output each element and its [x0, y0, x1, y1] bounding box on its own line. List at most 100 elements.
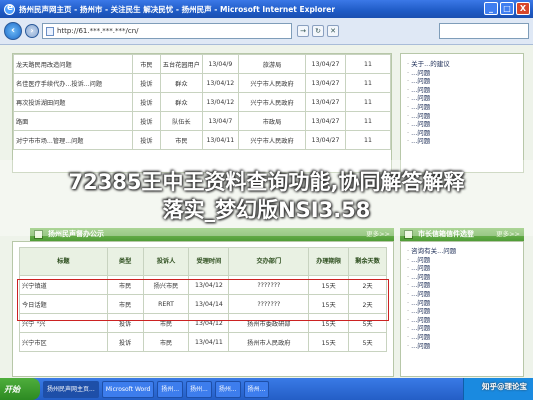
list-item-label: ...问题	[411, 102, 431, 111]
list-item[interactable]: · ...问题	[407, 264, 521, 273]
column-header: 剩余天数	[348, 247, 387, 276]
list-item[interactable]: · ...问题	[407, 290, 521, 299]
table-cell: 投诉	[132, 92, 161, 112]
table-cell: 扬州市人民政府	[228, 332, 310, 352]
close-button[interactable]: X	[516, 2, 530, 15]
refresh-icon[interactable]: ↻	[312, 25, 324, 37]
table-row[interactable]: 路面 投诉 队伍长 13/04/7 市政局 13/04/27 11	[12, 111, 392, 131]
list-item[interactable]: · ...问题	[407, 103, 521, 112]
column-header: 受理时间	[188, 247, 230, 276]
table-cell: 13/04/27	[305, 111, 346, 131]
row-title-link[interactable]: 龙天路民用改造问题	[12, 54, 134, 74]
list-item[interactable]: · ...问题	[407, 333, 521, 342]
list-item[interactable]: · ...问题	[407, 129, 521, 138]
list-item[interactable]: · ...问题	[407, 324, 521, 333]
forward-button[interactable]: ›	[25, 24, 39, 38]
highlight-box	[17, 279, 389, 321]
table-cell: 13/04/27	[305, 92, 346, 112]
bullet-icon: ·	[407, 255, 410, 264]
row-title-link[interactable]: 对宁市市场...管理...问题	[12, 130, 134, 150]
table-row[interactable]: 兴宁市区 投诉 市民 13/04/11 扬州市人民政府 15天 5天	[19, 332, 387, 352]
row-title-link[interactable]: 兴宁市区	[19, 332, 108, 352]
list-item[interactable]: · ...问题	[407, 86, 521, 95]
back-button[interactable]: ‹	[4, 22, 22, 40]
table-cell: 11	[344, 111, 392, 131]
bullet-icon: ·	[407, 324, 410, 333]
list-item-label: ...问题	[411, 281, 431, 290]
list-item-label: ...问题	[411, 137, 431, 146]
list-item[interactable]: · ...问题	[407, 316, 521, 325]
caption-text: 72385王中王资料查询功能,协同解答解释 落实_梦幻版NSI3.58	[0, 168, 533, 224]
column-header: 类型	[106, 247, 144, 276]
bullet-icon: ·	[407, 128, 410, 137]
list-item[interactable]: · ...问题	[407, 307, 521, 316]
bullet-icon: ·	[407, 307, 410, 316]
table-cell: 投诉	[106, 332, 144, 352]
table-cell: 13/04/12	[201, 73, 239, 93]
list-item[interactable]: · ...问题	[407, 137, 521, 146]
table-cell: 15天	[308, 332, 350, 352]
bullet-icon: ·	[407, 77, 410, 86]
list-item[interactable]: · ...问题	[407, 112, 521, 121]
table-cell: 兴宁市人民政府	[237, 130, 307, 150]
bullet-icon: ·	[407, 315, 410, 324]
list-item-label: ...问题	[411, 128, 431, 137]
table-cell: 投诉	[132, 130, 161, 150]
address-input[interactable]: http://61.***.***.***/cn/	[42, 23, 292, 39]
list-item[interactable]: · ...问题	[407, 299, 521, 308]
list-item[interactable]: · ...问题	[407, 342, 521, 351]
list-item[interactable]: · ...问题	[407, 120, 521, 129]
ie-logo-icon	[4, 3, 15, 15]
list-item[interactable]: · ...问题	[407, 273, 521, 282]
list-item-label: ...问题	[411, 307, 431, 316]
list-item-label: ...问题	[411, 77, 431, 86]
column-header: 办理期限	[308, 247, 350, 276]
table-cell: 11	[344, 130, 392, 150]
list-item-label: ...问题	[411, 289, 431, 298]
list-item-label: ...问题	[411, 332, 431, 341]
maximize-button[interactable]: □	[500, 2, 514, 15]
table-cell: 群众	[159, 73, 203, 93]
caption-line-2: 落实_梦幻版NSI3.58	[162, 198, 371, 222]
row-title-link[interactable]: 名佳医疗手续代办...投诉...问题	[12, 73, 134, 93]
address-url: http://61.***.***.***/cn/	[57, 27, 139, 35]
list-item-label: ...问题	[411, 94, 431, 103]
list-item[interactable]: · ...问题	[407, 281, 521, 290]
stop-icon[interactable]: ✕	[327, 25, 339, 37]
bullet-icon: ·	[407, 94, 410, 103]
table-cell: 13/04/27	[305, 54, 346, 74]
list-item-label: ...问题	[411, 111, 431, 120]
list-item[interactable]: · ...问题	[407, 256, 521, 265]
taskbar-item[interactable]: 扬州...	[186, 380, 212, 398]
minimize-button[interactable]: _	[484, 2, 498, 15]
go-icon[interactable]: →	[297, 25, 309, 37]
taskbar-item[interactable]: 扬州民声网主页...	[43, 380, 99, 398]
bullet-icon: ·	[407, 85, 410, 94]
bullet-icon: ·	[407, 247, 410, 255]
start-button[interactable]: 开始	[0, 378, 40, 400]
row-title-link[interactable]: 路面	[12, 111, 134, 131]
address-toolbar: ‹ › http://61.***.***.***/cn/ → ↻ ✕	[0, 18, 533, 45]
taskbar-item[interactable]: Microsoft Word	[101, 380, 155, 398]
list-item[interactable]: · 咨询有关...问题	[407, 247, 521, 256]
bullet-icon: ·	[407, 137, 410, 146]
list-item[interactable]: · ...问题	[407, 94, 521, 103]
table-row[interactable]: 对宁市市场...管理...问题 投诉 市民 13/04/11 兴宁市人民政府 13/04/…	[12, 130, 392, 150]
table-cell: 投诉	[132, 111, 161, 131]
list-item-label: ...问题	[411, 315, 431, 324]
table-row[interactable]: 龙天路民用改造问题 市民 五台花园用户 13/04/9 旅游局 13/04/27 11	[12, 54, 392, 74]
table-row[interactable]: 再次投诉湖田问题 投诉 群众 13/04/12 兴宁市人民政府 13/04/27 11	[12, 92, 392, 112]
taskbar-item[interactable]: 扬州...	[214, 380, 241, 398]
search-input[interactable]	[439, 23, 529, 39]
taskbar-item[interactable]: 扬州...	[157, 380, 184, 398]
table-row[interactable]: 名佳医疗手续代办...投诉...问题 投诉 群众 13/04/12 兴宁市人民政府 13/…	[12, 73, 392, 93]
list-item[interactable]: · ...问题	[407, 69, 521, 78]
taskbar-item[interactable]: 扬州...	[243, 380, 270, 398]
row-title-link[interactable]: 再次投诉湖田问题	[12, 92, 134, 112]
list-item[interactable]: · 关于...的建议	[407, 60, 521, 69]
list-item-label: ...问题	[411, 255, 431, 264]
list-item[interactable]: · ...问题	[407, 77, 521, 86]
column-header: 标题	[19, 247, 108, 276]
bullet-icon: ·	[407, 60, 410, 68]
table-cell: 市政局	[237, 111, 307, 131]
